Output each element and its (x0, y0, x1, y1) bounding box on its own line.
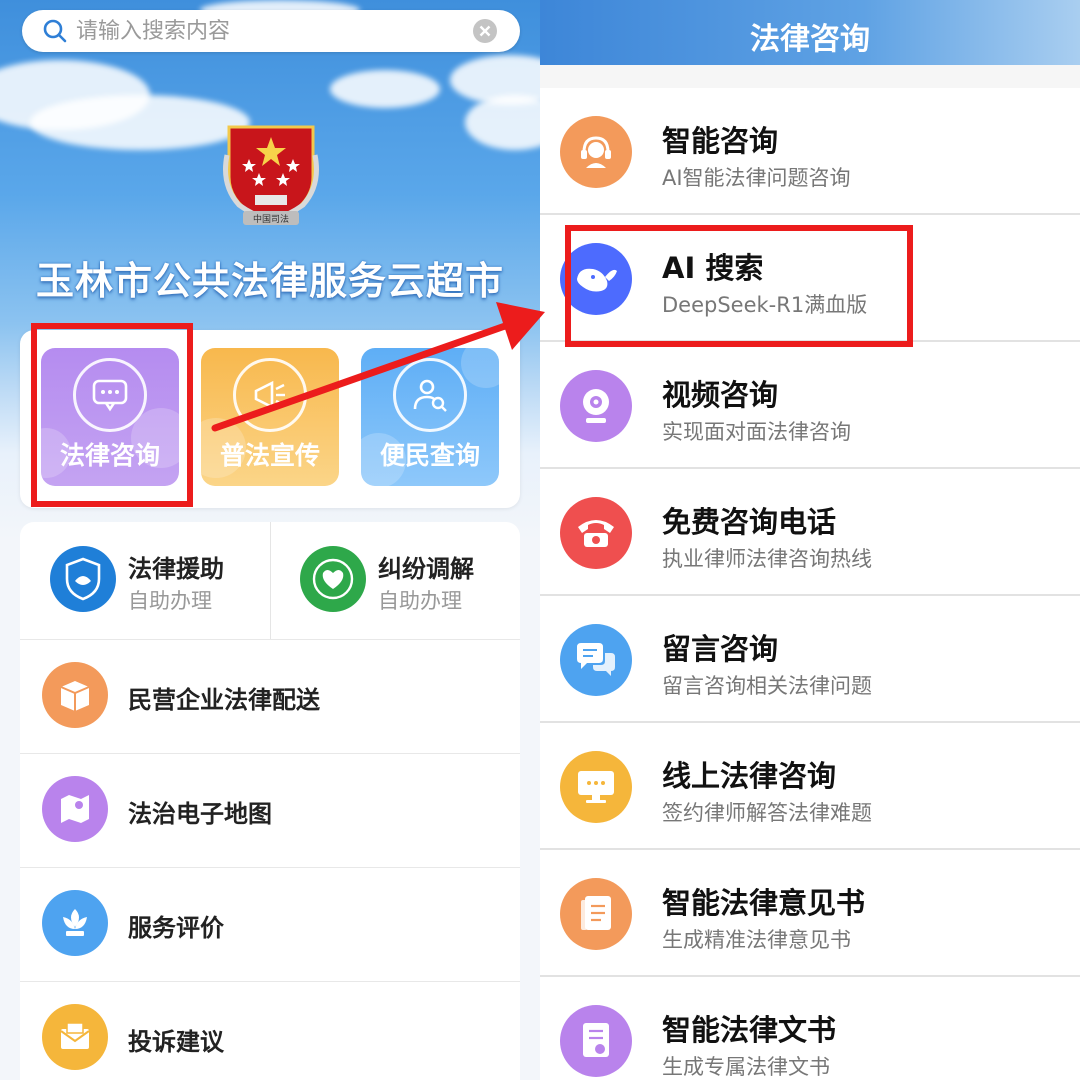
headset-agent-icon (560, 116, 632, 188)
list-item-free-phone[interactable]: 免费咨询电话 执业律师法律咨询热线 (540, 469, 1080, 596)
megaphone-icon (233, 358, 307, 432)
mail-envelope-icon (42, 1004, 108, 1070)
service-label: 法治电子地图 (128, 799, 272, 828)
page-title: 玉林市公共法律服务云超市 (35, 259, 504, 303)
cloud-decoration (30, 95, 250, 150)
service-subtitle: 自助办理 (378, 589, 462, 613)
handshake-heart-icon (300, 546, 366, 612)
service-label: 投诉建议 (128, 1027, 224, 1056)
search-input[interactable] (76, 16, 476, 46)
telephone-icon (560, 497, 632, 569)
legal-aid-shield-icon (50, 546, 116, 612)
item-subtitle: 签约律师解答法律难题 (662, 801, 872, 825)
tile-public-query[interactable]: 便民查询 (361, 348, 499, 486)
cloud-decoration (330, 70, 440, 108)
item-title: 免费咨询电话 (662, 505, 837, 539)
item-title: 视频咨询 (662, 378, 779, 412)
home-screen: 中国司法 玉林市公共法律服务云超市 法律咨询 (0, 0, 540, 1080)
package-box-icon (42, 662, 108, 728)
legal-consult-screen: 法律咨询 智能咨询 AI智能法律问题咨询 AI 搜索 DeepSeek-R1满血… (540, 0, 1080, 1080)
search-bar[interactable] (22, 10, 520, 52)
item-title: 线上法律咨询 (662, 759, 837, 793)
service-title: 法律援助 (128, 554, 224, 583)
list-item-online-consult[interactable]: 线上法律咨询 签约律师解答法律难题 (540, 723, 1080, 850)
service-row-complaint[interactable]: 投诉建议 (20, 981, 520, 1080)
highlight-box (31, 323, 193, 507)
map-pin-icon (42, 776, 108, 842)
message-bubbles-icon (560, 624, 632, 696)
service-row-evaluation[interactable]: 服务评价 (20, 867, 520, 981)
services-card: 法律援助 自助办理 纠纷调解 自助办理 民营企业法律配送 法治电子地图 服务评价… (20, 522, 520, 1080)
item-subtitle: 实现面对面法律咨询 (662, 420, 851, 444)
item-subtitle: 生成精准法律意见书 (662, 928, 851, 952)
tile-label: 普法宣传 (219, 441, 320, 470)
service-title: 纠纷调解 (378, 554, 474, 583)
service-row-map[interactable]: 法治电子地图 (20, 753, 520, 867)
service-label: 民营企业法律配送 (128, 685, 320, 714)
clear-icon[interactable] (472, 18, 498, 44)
list-item-message-consult[interactable]: 留言咨询 留言咨询相关法律问题 (540, 596, 1080, 723)
item-subtitle: 执业律师法律咨询热线 (662, 547, 872, 571)
header-bar: 法律咨询 (540, 0, 1080, 65)
list-item-video-consult[interactable]: 视频咨询 实现面对面法律咨询 (540, 342, 1080, 469)
list-item-legal-document[interactable]: 智能法律文书 生成专属法律文书 (540, 977, 1080, 1080)
item-title: 智能法律意见书 (662, 886, 866, 920)
service-row-enterprise[interactable]: 民营企业法律配送 (20, 639, 520, 753)
service-subtitle: 自助办理 (128, 589, 212, 613)
document-icon (560, 878, 632, 950)
user-search-icon (393, 358, 467, 432)
search-icon (43, 19, 67, 43)
tile-law-publicity[interactable]: 普法宣传 (201, 348, 339, 486)
judicial-emblem-logo: 中国司法 (223, 125, 319, 225)
item-subtitle: 留言咨询相关法律问题 (662, 674, 872, 698)
item-subtitle: AI智能法律问题咨询 (662, 166, 851, 190)
list-item-legal-opinion[interactable]: 智能法律意见书 生成精准法律意见书 (540, 850, 1080, 977)
cloud-decoration (465, 95, 540, 150)
tile-label: 便民查询 (379, 441, 480, 470)
emblem-text: 中国司法 (253, 213, 289, 225)
item-title: 留言咨询 (662, 632, 779, 666)
item-title: 智能咨询 (662, 124, 779, 158)
legal-document-icon (560, 1005, 632, 1077)
list-item-smart-consult[interactable]: 智能咨询 AI智能法律问题咨询 (540, 88, 1080, 215)
monitor-icon (560, 751, 632, 823)
service-label: 服务评价 (128, 913, 224, 942)
flower-icon (42, 890, 108, 956)
service-mediation[interactable]: 纠纷调解 自助办理 (270, 522, 520, 639)
highlight-box (565, 225, 913, 347)
service-legal-aid[interactable]: 法律援助 自助办理 (20, 522, 270, 639)
item-subtitle: 生成专属法律文书 (662, 1055, 830, 1079)
webcam-icon (560, 370, 632, 442)
item-title: 智能法律文书 (662, 1013, 837, 1047)
bubble-decoration (461, 348, 499, 388)
header-title: 法律咨询 (750, 22, 870, 57)
